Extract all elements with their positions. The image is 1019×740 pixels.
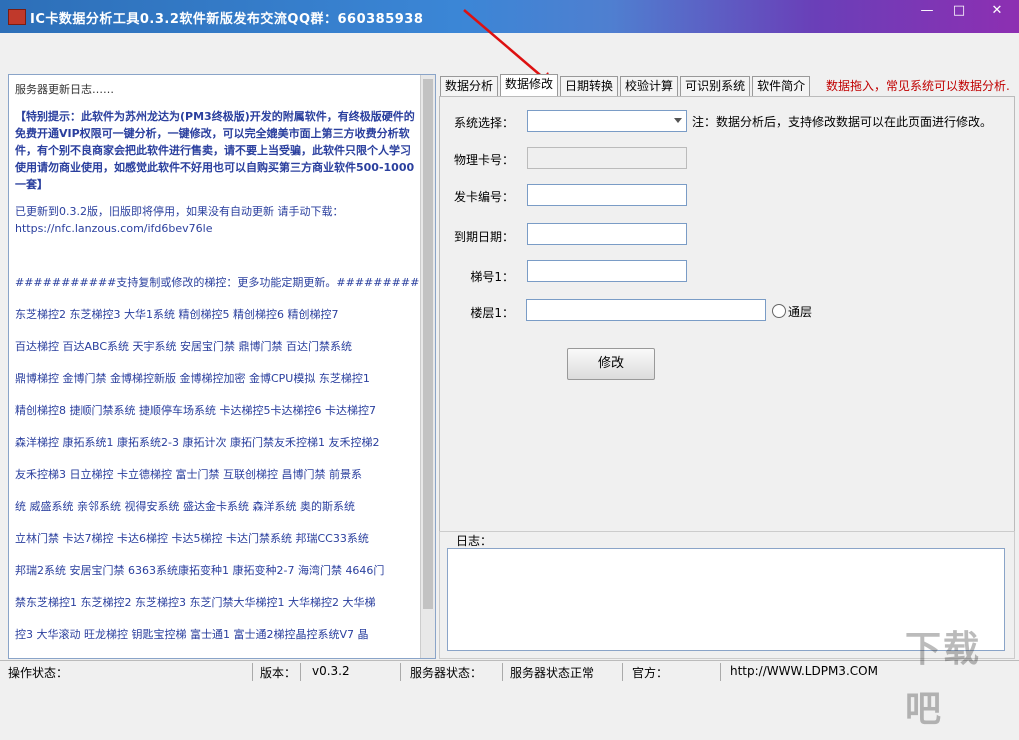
tab-checksum[interactable]: 校验计算 (620, 76, 679, 96)
system-select[interactable] (527, 110, 687, 132)
op-status-label: 操作状态： (8, 666, 69, 680)
close-button[interactable]: ✕ (975, 0, 1019, 22)
list-item: 鼎博梯控 金博门禁 金博梯控新版 金博梯控加密 金博CPU模拟 东芝梯控1 (15, 372, 370, 385)
expiry-date-label: 到期日期： (453, 230, 514, 244)
physical-card-field[interactable] (527, 147, 687, 169)
list-item: 邦瑞2系统 安居宝门禁 6363系统康拓变种1 康拓变种2-7 海湾门禁 464… (15, 564, 385, 577)
status-divider (252, 663, 253, 681)
window-controls: — □ ✕ (911, 0, 1019, 22)
list-item: 森洋梯控 康拓系统1 康拓系统2-3 康拓计次 康拓门禁友禾控梯1 友禾控梯2 (15, 436, 380, 449)
drag-data-hint: 数据拖入，常见系统可以数据分析. (826, 79, 1010, 93)
list-item: 立林门禁 卡达7梯控 卡达6梯控 卡达5梯控 卡达门禁系统 邦瑞CC33系统 (15, 532, 369, 545)
floor-field[interactable] (526, 299, 766, 321)
list-item: 百达梯控 百达ABC系统 天宇系统 安居宝门禁 鼎博门禁 百达门禁系统 (15, 340, 353, 353)
log-scrollbar[interactable] (420, 75, 435, 658)
elevator-number-field[interactable] (527, 260, 687, 282)
version-label: 版本： (260, 666, 297, 680)
all-floors-label: 通层 (788, 305, 813, 319)
list-item: 控3 大华滚动 旺龙梯控 钥匙宝控梯 富士通1 富士通2梯控晶控系统V7 晶 (15, 628, 369, 641)
download-url[interactable]: https://nfc.lanzous.com/ifd6bev76le (15, 220, 419, 237)
tab-software-intro[interactable]: 软件简介 (752, 76, 811, 96)
log-title: 服务器更新日志…… (15, 83, 114, 96)
maximize-button[interactable]: □ (943, 0, 975, 22)
list-item: 统 威盛系统 亲邻系统 视得安系统 盛达金卡系统 森洋系统 奥的斯系统 (15, 500, 355, 513)
tab-recognizable-systems[interactable]: 可识别系统 (680, 76, 751, 96)
status-bar: 操作状态： 版本： v0.3.2 服务器状态： 服务器状态正常 官方： http… (0, 660, 1019, 684)
tab-bar: 数据分析 数据修改 日期转换 校验计算 可识别系统 软件简介 (440, 74, 812, 96)
data-modify-form: 系统选择： 注：数据分析后，支持修改数据可以在此页面进行修改。 物理卡号： 发卡… (439, 96, 1015, 532)
tab-data-modify[interactable]: 数据修改 (500, 74, 559, 96)
status-divider (400, 663, 401, 681)
watermark-logo: 下载吧 (905, 629, 982, 730)
update-log-panel: 服务器更新日志…… 【特别提示：此软件为苏州龙达为(PM3终极版)开发的附属软件… (8, 74, 436, 659)
official-label: 官方： (632, 666, 669, 680)
list-item: 东芝梯控2 东芝梯控3 大华1系统 精创梯控5 精创梯控6 精创梯控7 (15, 308, 339, 321)
official-url[interactable]: http://WWW.LDPM3.COM (730, 664, 878, 678)
status-divider (622, 663, 623, 681)
supported-systems-list: ###########支持复制或修改的梯控：更多功能定期更新。#########… (15, 267, 436, 651)
status-divider (502, 663, 503, 681)
system-select-label: 系统选择： (453, 116, 514, 130)
modify-button[interactable]: 修改 (567, 348, 655, 380)
update-text: 已更新到0.3.2版，旧版即将停用，如果没有自动更新 请手动下载： (15, 205, 344, 218)
list-item: 精创梯控8 捷顺门禁系统 捷顺停车场系统 卡达梯控5卡达梯控6 卡达梯控7 (15, 404, 376, 417)
elevator-number-label: 梯号1： (470, 270, 514, 284)
floor-label: 楼层1： (470, 306, 514, 320)
chevron-down-icon (674, 118, 682, 123)
special-notice: 【特别提示：此软件为苏州龙达为(PM3终极版)开发的附属软件，有终极版硬件的免费… (15, 110, 415, 191)
list-item: 友禾控梯3 日立梯控 卡立德梯控 富士门禁 互联创梯控 昌博门禁 前景系 (15, 468, 362, 481)
app-icon (8, 9, 26, 25)
tab-data-analysis[interactable]: 数据分析 (440, 76, 499, 96)
server-status-label: 服务器状态： (410, 666, 483, 680)
update-log-content: 服务器更新日志…… 【特别提示：此软件为苏州龙达为(PM3终极版)开发的附属软件… (15, 81, 436, 651)
modify-note: 注：数据分析后，支持修改数据可以在此页面进行修改。 (692, 115, 993, 129)
scroll-thumb[interactable] (423, 79, 433, 609)
physical-card-label: 物理卡号： (453, 153, 514, 167)
status-divider (720, 663, 721, 681)
version-value: v0.3.2 (312, 664, 350, 678)
support-header: ###########支持复制或修改的梯控：更多功能定期更新。#########… (15, 276, 436, 289)
log-label: 日志： (456, 534, 493, 548)
card-number-label: 发卡编号： (453, 190, 514, 204)
status-divider (300, 663, 301, 681)
minimize-button[interactable]: — (911, 0, 943, 22)
list-item: 禁东芝梯控1 东芝梯控2 东芝梯控3 东芝门禁大华梯控1 大华梯控2 大华梯 (15, 596, 376, 609)
all-floors-radio[interactable] (772, 304, 786, 318)
card-number-field[interactable] (527, 184, 687, 206)
server-status-value: 服务器状态正常 (510, 666, 595, 680)
tab-date-convert[interactable]: 日期转换 (560, 76, 619, 96)
expiry-date-field[interactable] (527, 223, 687, 245)
window-title: IC卡数据分析工具0.3.2软件新版发布交流QQ群：660385938 (30, 12, 424, 27)
